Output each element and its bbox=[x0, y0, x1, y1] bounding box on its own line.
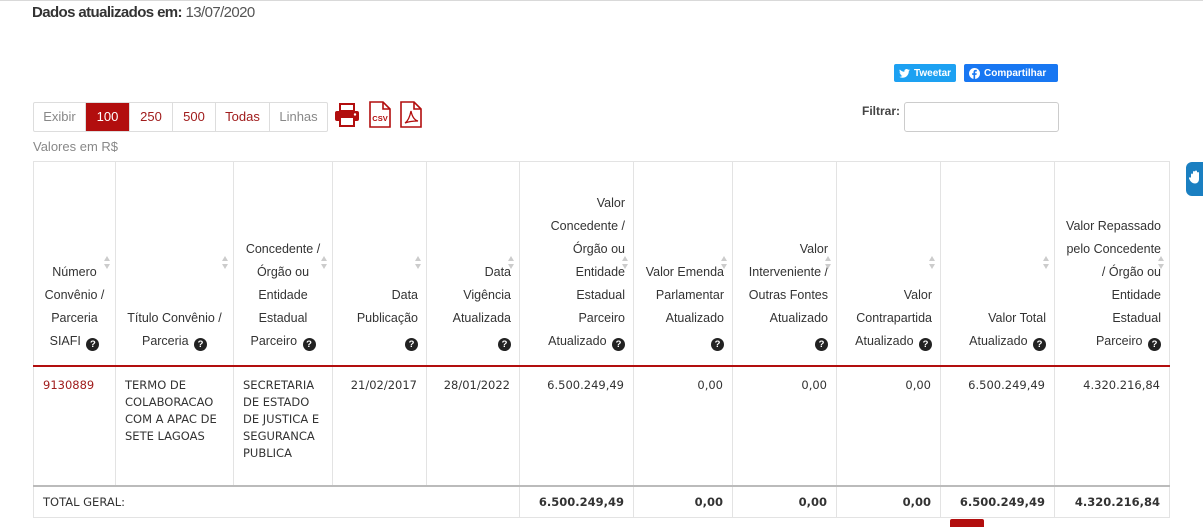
header-label: Valor Repassado pelo Concedente / Órgão … bbox=[1066, 218, 1161, 348]
sort-icon[interactable] bbox=[721, 256, 727, 270]
accessibility-tab[interactable] bbox=[1186, 162, 1203, 196]
column-header[interactable]: Valor Total Atualizado ? bbox=[940, 161, 1055, 367]
header-label: Valor Emenda Parlamentar Atualizado bbox=[645, 264, 724, 325]
total-valor-contrapartida: 0,00 bbox=[836, 484, 941, 518]
cell-valor-repassado: 4.320.216,84 bbox=[1054, 365, 1170, 486]
page-length-option[interactable]: 250 bbox=[130, 103, 173, 131]
sort-icon[interactable] bbox=[415, 256, 421, 270]
sort-icon[interactable] bbox=[1043, 256, 1049, 270]
help-icon[interactable]: ? bbox=[612, 337, 625, 351]
help-icon[interactable]: ? bbox=[194, 337, 208, 351]
column-header[interactable]: Título Convênio / Parceria ? bbox=[115, 161, 234, 367]
sort-icon[interactable] bbox=[321, 256, 327, 270]
cell-concedente: SECRETARIA DE ESTADO DE JUSTICA E SEGURA… bbox=[233, 365, 333, 486]
sort-icon[interactable] bbox=[508, 256, 514, 270]
page-length-option[interactable]: 500 bbox=[173, 103, 216, 131]
column-header[interactable]: Valor Repassado pelo Concedente / Órgão … bbox=[1054, 161, 1170, 367]
cell-valor-contrapartida: 0,00 bbox=[836, 365, 941, 486]
convenio-number-link[interactable]: 9130889 bbox=[33, 365, 116, 486]
sort-icon[interactable] bbox=[104, 256, 110, 270]
filter-label: Filtrar: bbox=[862, 104, 901, 118]
table-row: 9130889 TERMO DE COLABORACAO COM A APAC … bbox=[33, 365, 1170, 486]
help-icon[interactable]: ? bbox=[815, 337, 828, 351]
hand-icon bbox=[1188, 170, 1201, 189]
header-label: Data Vigência Atualizada bbox=[452, 264, 511, 325]
share-label: Compartilhar bbox=[984, 67, 1047, 79]
help-icon[interactable]: ? bbox=[1148, 337, 1161, 351]
header-label: Data Publicação bbox=[356, 287, 418, 325]
total-label: TOTAL GERAL: bbox=[33, 484, 520, 518]
column-header[interactable]: Valor Interveniente / Outras Fontes Atua… bbox=[732, 161, 837, 367]
updated-date: 13/07/2020 bbox=[185, 4, 256, 21]
updated-info: Dados atualizados em: 13/07/2020 bbox=[32, 4, 255, 21]
sort-icon[interactable] bbox=[1158, 256, 1164, 270]
column-header[interactable]: Valor Contrapartida Atualizado ? bbox=[836, 161, 941, 367]
total-valor-repassado: 4.320.216,84 bbox=[1054, 484, 1170, 518]
help-icon[interactable]: ? bbox=[1033, 337, 1046, 351]
twitter-icon bbox=[899, 68, 910, 78]
pdf-icon[interactable] bbox=[400, 101, 422, 133]
column-header[interactable]: Valor Concedente / Órgão ou Entidade Est… bbox=[519, 161, 634, 367]
table-header-row: Número Convênio / Parceria SIAFI ? Títul… bbox=[33, 161, 1170, 367]
csv-icon[interactable]: CSV bbox=[369, 101, 391, 133]
cell-data-vigencia: 28/01/2022 bbox=[426, 365, 520, 486]
column-header[interactable]: Concedente / Órgão ou Entidade Estadual … bbox=[233, 161, 333, 367]
header-label: Valor Interveniente / Outras Fontes Atua… bbox=[748, 241, 828, 325]
sort-icon[interactable] bbox=[825, 256, 831, 270]
facebook-share-button[interactable]: Compartilhar bbox=[964, 64, 1058, 82]
facebook-icon bbox=[969, 67, 980, 79]
header-label: Número Convênio / Parceria SIAFI bbox=[44, 264, 105, 348]
top-divider bbox=[0, 0, 1203, 1]
help-icon[interactable]: ? bbox=[711, 337, 724, 351]
sort-icon[interactable] bbox=[222, 256, 228, 270]
updated-label: Dados atualizados em: bbox=[32, 4, 183, 21]
cell-data-publicacao: 21/02/2017 bbox=[332, 365, 427, 486]
total-valor-concedente: 6.500.249,49 bbox=[519, 484, 634, 518]
column-header[interactable]: Data Vigência Atualizada? bbox=[426, 161, 520, 367]
help-icon[interactable]: ? bbox=[405, 337, 418, 351]
cell-valor-emenda: 0,00 bbox=[633, 365, 733, 486]
total-valor-interveniente: 0,00 bbox=[732, 484, 837, 518]
currency-note: Valores em R$ bbox=[33, 139, 119, 154]
total-valor-total: 6.500.249,49 bbox=[940, 484, 1055, 518]
column-header[interactable]: Número Convênio / Parceria SIAFI ? bbox=[33, 161, 116, 367]
show-label: Exibir bbox=[34, 103, 86, 131]
page-length-option[interactable]: 100 bbox=[86, 103, 130, 131]
sort-icon[interactable] bbox=[929, 256, 935, 270]
help-icon[interactable]: ? bbox=[498, 337, 511, 351]
column-header[interactable]: Data Publicação? bbox=[332, 161, 427, 367]
column-header[interactable]: Valor Emenda Parlamentar Atualizado? bbox=[633, 161, 733, 367]
download-options: CSV bbox=[334, 101, 422, 133]
header-label: Título Convênio / Parceria bbox=[127, 310, 222, 348]
rows-label: Linhas bbox=[279, 109, 318, 124]
tweet-button[interactable]: Tweetar bbox=[894, 64, 956, 82]
csv-text: CSV bbox=[372, 114, 387, 123]
filter-input[interactable] bbox=[904, 102, 1059, 132]
help-icon[interactable]: ? bbox=[86, 337, 100, 351]
help-icon[interactable]: ? bbox=[919, 337, 932, 351]
cell-valor-concedente: 6.500.249,49 bbox=[519, 365, 634, 486]
help-icon[interactable]: ? bbox=[302, 337, 316, 351]
cell-valor-interveniente: 0,00 bbox=[732, 365, 837, 486]
page-length-option[interactable]: Todas bbox=[216, 103, 270, 131]
total-valor-emenda: 0,00 bbox=[633, 484, 733, 518]
header-label: Valor Concedente / Órgão ou Entidade Est… bbox=[548, 195, 625, 348]
cell-valor-total: 6.500.249,49 bbox=[940, 365, 1055, 486]
sort-icon[interactable] bbox=[622, 256, 628, 270]
printer-icon[interactable] bbox=[334, 102, 360, 132]
total-row: TOTAL GERAL: 6.500.249,49 0,00 0,00 0,00… bbox=[33, 484, 1170, 518]
tweet-label: Tweetar bbox=[914, 67, 952, 79]
convenios-table: Número Convênio / Parceria SIAFI ? Títul… bbox=[33, 161, 1170, 518]
header-label: Concedente / Órgão ou Entidade Estadual … bbox=[245, 241, 321, 348]
scroll-top-button[interactable] bbox=[950, 519, 984, 527]
page-length-selector: Exibir 100 250 500 Todas Linhas bbox=[33, 102, 328, 132]
cell-titulo: TERMO DE COLABORACAO COM A APAC DE SETE … bbox=[115, 365, 234, 486]
